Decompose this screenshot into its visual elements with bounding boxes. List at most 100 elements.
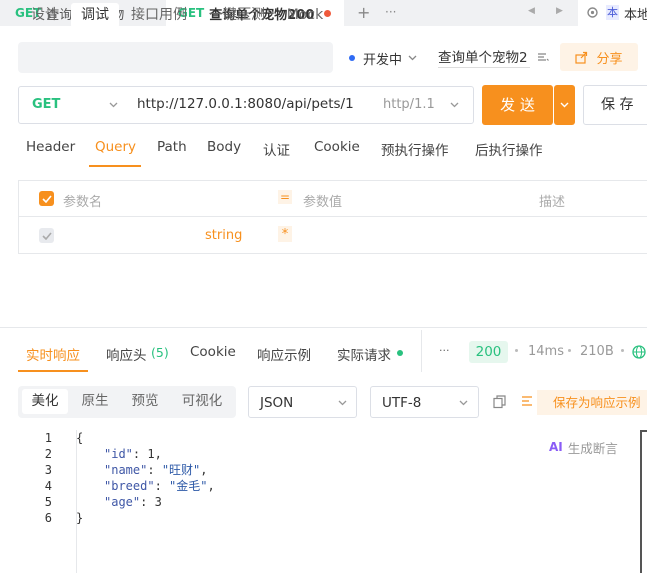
tab-response-example[interactable]: 响应示例 bbox=[257, 344, 311, 364]
url-input[interactable]: http://127.0.0.1:8080/api/pets/1 bbox=[137, 96, 354, 112]
method-select[interactable]: GET bbox=[19, 87, 129, 123]
json-colon: : bbox=[147, 463, 162, 477]
chevron-down-icon bbox=[459, 400, 468, 406]
tab-pre-script[interactable]: 预执行操作 bbox=[381, 139, 449, 159]
api-name-input[interactable]: 查询单个宠物2 bbox=[438, 46, 530, 68]
add-tab-icon[interactable]: + bbox=[357, 3, 370, 22]
generate-assertion-label: 生成断言 bbox=[567, 440, 618, 456]
copy-icon[interactable] bbox=[493, 395, 506, 409]
mode-load-test[interactable]: 一键压测 bbox=[203, 3, 271, 28]
format-value: JSON bbox=[260, 395, 294, 411]
tab-post-script[interactable]: 后执行操作 bbox=[475, 139, 543, 159]
env-badge-icon: 本 bbox=[606, 5, 619, 20]
line-number: 4 bbox=[44, 479, 52, 493]
save-as-example-button[interactable]: 保存为响应示例 bbox=[537, 390, 647, 415]
chevron-down-icon bbox=[338, 400, 347, 406]
send-button[interactable]: 发 送 bbox=[482, 85, 553, 125]
json-colon: : bbox=[154, 479, 170, 493]
chevron-down-icon bbox=[408, 55, 417, 61]
env-name: 本地 bbox=[624, 8, 647, 23]
tab-response-cookie[interactable]: Cookie bbox=[190, 344, 236, 360]
method-value: GET bbox=[32, 97, 61, 112]
tab-cookie[interactable]: Cookie bbox=[314, 139, 360, 155]
chevron-down-icon bbox=[450, 102, 459, 108]
response-time: 14ms bbox=[528, 344, 564, 359]
col-description: 描述 bbox=[539, 195, 566, 210]
col-param-name: 参数名 bbox=[63, 195, 103, 210]
view-raw[interactable]: 原生 bbox=[73, 389, 117, 414]
json-colon: : bbox=[140, 495, 155, 509]
json-comma: , bbox=[154, 447, 162, 461]
json-key: "name" bbox=[104, 463, 148, 477]
tab-path[interactable]: Path bbox=[157, 139, 187, 155]
equals-icon: = bbox=[278, 190, 292, 204]
json-colon: : bbox=[132, 447, 148, 461]
separator-dot bbox=[568, 349, 571, 352]
tab-header[interactable]: Header bbox=[26, 139, 75, 155]
format-lines-icon[interactable] bbox=[521, 395, 533, 408]
send-options-button[interactable] bbox=[554, 85, 575, 125]
param-type[interactable]: string bbox=[205, 228, 242, 243]
json-key: "breed" bbox=[104, 479, 155, 493]
tab-response-headers[interactable]: 响应头 bbox=[106, 344, 147, 364]
row-checkbox[interactable] bbox=[39, 228, 54, 243]
status-dot-icon bbox=[349, 55, 355, 61]
share-button[interactable]: 分享 bbox=[560, 43, 638, 71]
scrollbar[interactable] bbox=[640, 430, 642, 573]
save-button[interactable]: 保 存 bbox=[583, 85, 647, 125]
mode-mock[interactable]: Mock bbox=[280, 3, 330, 28]
select-all-checkbox[interactable] bbox=[39, 191, 54, 206]
mode-cases[interactable]: 接口用例 bbox=[126, 3, 192, 28]
view-pretty[interactable]: 美化 bbox=[22, 389, 68, 414]
tab-realtime-response[interactable]: 实时响应 bbox=[26, 344, 80, 364]
encoding-select[interactable]: UTF-8 bbox=[370, 386, 479, 418]
check-icon bbox=[41, 194, 52, 203]
check-icon bbox=[41, 231, 52, 240]
protocol-select[interactable]: http/1.1 bbox=[383, 97, 435, 112]
line-number: 5 bbox=[44, 495, 52, 509]
mode-segment bbox=[18, 42, 333, 73]
more-tabs-icon[interactable]: ··· bbox=[385, 5, 396, 19]
mode-debug[interactable]: 调试 bbox=[71, 3, 119, 28]
json-comma: , bbox=[200, 463, 208, 477]
ai-badge-icon: AI bbox=[549, 440, 563, 454]
share-icon bbox=[575, 51, 588, 64]
response-size: 210B bbox=[580, 344, 614, 359]
status-label: 开发中 bbox=[363, 52, 403, 68]
tab-actual-request[interactable]: 实际请求 bbox=[337, 344, 391, 364]
tab-auth[interactable]: 认证 bbox=[263, 139, 290, 159]
view-preview[interactable]: 预览 bbox=[123, 389, 167, 414]
divider bbox=[421, 330, 422, 372]
col-param-value: 参数值 bbox=[303, 195, 343, 210]
response-code-editor[interactable]: 1 { 2 "id": 1, 3 "name": "旺财", 4 "breed": "金… bbox=[0, 430, 300, 530]
globe-icon[interactable] bbox=[632, 345, 646, 359]
json-comma: , bbox=[207, 479, 215, 493]
more-icon[interactable]: ··· bbox=[439, 344, 450, 357]
scroll-left-icon[interactable]: ◀ bbox=[528, 6, 535, 16]
status-code-badge: 200 bbox=[469, 341, 508, 363]
mode-design[interactable]: 设计 bbox=[24, 3, 66, 28]
encoding-value: UTF-8 bbox=[382, 395, 422, 411]
line-number: 1 bbox=[44, 431, 52, 445]
env-switcher[interactable]: 本 本地 bbox=[578, 0, 647, 26]
format-select[interactable]: JSON bbox=[248, 386, 357, 418]
code-text: } bbox=[76, 511, 84, 525]
separator-dot bbox=[515, 349, 518, 352]
json-value: 3 bbox=[154, 495, 162, 509]
section-divider bbox=[0, 327, 647, 328]
list-edit-icon[interactable] bbox=[537, 51, 549, 63]
active-tab-indicator bbox=[18, 370, 88, 372]
gear-icon bbox=[587, 7, 598, 18]
status-dropdown[interactable]: 开发中 bbox=[349, 48, 417, 68]
view-visualize[interactable]: 可视化 bbox=[173, 389, 231, 414]
code-text: { bbox=[76, 431, 84, 445]
status-dot-icon bbox=[397, 350, 403, 356]
separator-dot bbox=[621, 349, 624, 352]
json-value: 1 bbox=[147, 447, 155, 461]
tab-body[interactable]: Body bbox=[207, 139, 241, 155]
active-tab-indicator bbox=[89, 165, 141, 167]
tab-query[interactable]: Query bbox=[95, 139, 136, 155]
scroll-right-icon[interactable]: ▶ bbox=[556, 6, 563, 16]
required-marker[interactable]: * bbox=[278, 226, 292, 242]
generate-assertion-button[interactable]: AI 生成断言 bbox=[549, 437, 618, 457]
